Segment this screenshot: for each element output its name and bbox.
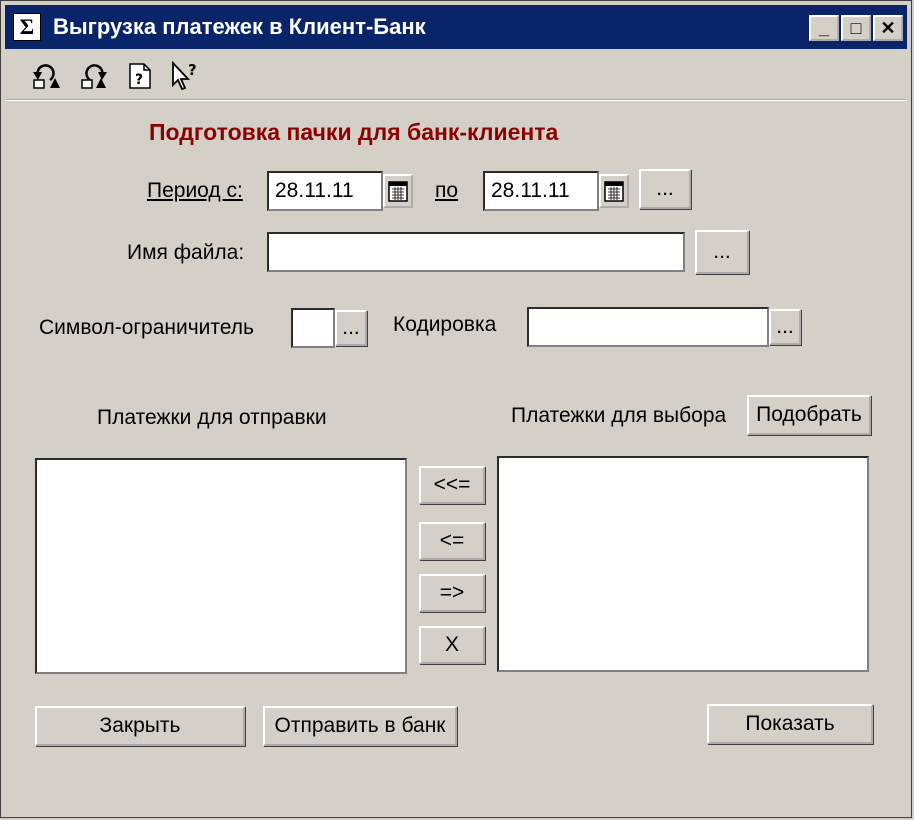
svg-text:?: ? <box>188 61 197 79</box>
context-help-icon[interactable]: ? <box>169 61 203 91</box>
maximize-button[interactable]: □ <box>841 15 871 41</box>
filename-browse-button[interactable]: ... <box>695 230 749 274</box>
svg-text:?: ? <box>135 72 143 88</box>
payments-to-select-list[interactable] <box>497 456 869 672</box>
filename-field[interactable] <box>267 232 685 272</box>
period-from-label: Период с: <box>147 179 243 202</box>
toolbar: ? ? <box>5 51 907 101</box>
payments-to-select-label: Платежки для выбора <box>511 404 727 427</box>
payments-to-send-label: Платежки для отправки <box>97 406 327 429</box>
minimize-button[interactable]: _ <box>809 15 839 41</box>
encoding-select-button[interactable]: ... <box>769 309 801 345</box>
calendar-icon <box>604 181 624 202</box>
help-document-icon[interactable]: ? <box>123 61 157 91</box>
delimiter-select-button[interactable]: ... <box>335 310 367 346</box>
dialog-window: Σ Выгрузка платежек в Клиент-Банк _ □ ✕ <box>0 0 912 818</box>
show-button[interactable]: Показать <box>707 704 873 744</box>
payments-to-send-list[interactable] <box>35 458 407 674</box>
calendar-icon <box>388 181 408 202</box>
period-to-calendar-button[interactable] <box>599 174 629 208</box>
title-bar[interactable]: Σ Выгрузка платежек в Клиент-Банк _ □ ✕ <box>5 5 907 49</box>
period-from-field[interactable]: 28.11.11 <box>267 171 383 211</box>
app-icon: Σ <box>13 13 41 41</box>
period-to-label: по <box>435 179 459 202</box>
close-button[interactable]: Закрыть <box>35 706 245 746</box>
move-all-left-button[interactable]: <<= <box>419 466 485 504</box>
undo-icon[interactable] <box>29 61 63 91</box>
period-from-calendar-button[interactable] <box>383 174 413 208</box>
encoding-label: Кодировка <box>393 313 497 336</box>
remove-button[interactable]: X <box>419 626 485 664</box>
filename-label: Имя файла: <box>127 241 245 264</box>
close-window-button[interactable]: ✕ <box>873 15 903 41</box>
window-title: Выгрузка платежек в Клиент-Банк <box>53 14 426 39</box>
redo-icon[interactable] <box>77 61 111 91</box>
move-right-button[interactable]: => <box>419 574 485 612</box>
send-to-bank-button[interactable]: Отправить в банк <box>263 706 457 746</box>
delimiter-field[interactable] <box>291 308 335 348</box>
delimiter-label: Символ-ограничитель <box>39 316 254 339</box>
form-heading: Подготовка пачки для банк-клиента <box>149 119 559 145</box>
period-select-button[interactable]: ... <box>639 169 691 209</box>
move-left-button[interactable]: <= <box>419 522 485 560</box>
pick-button[interactable]: Подобрать <box>747 395 871 435</box>
encoding-field[interactable] <box>527 307 769 347</box>
period-to-field[interactable]: 28.11.11 <box>483 171 599 211</box>
